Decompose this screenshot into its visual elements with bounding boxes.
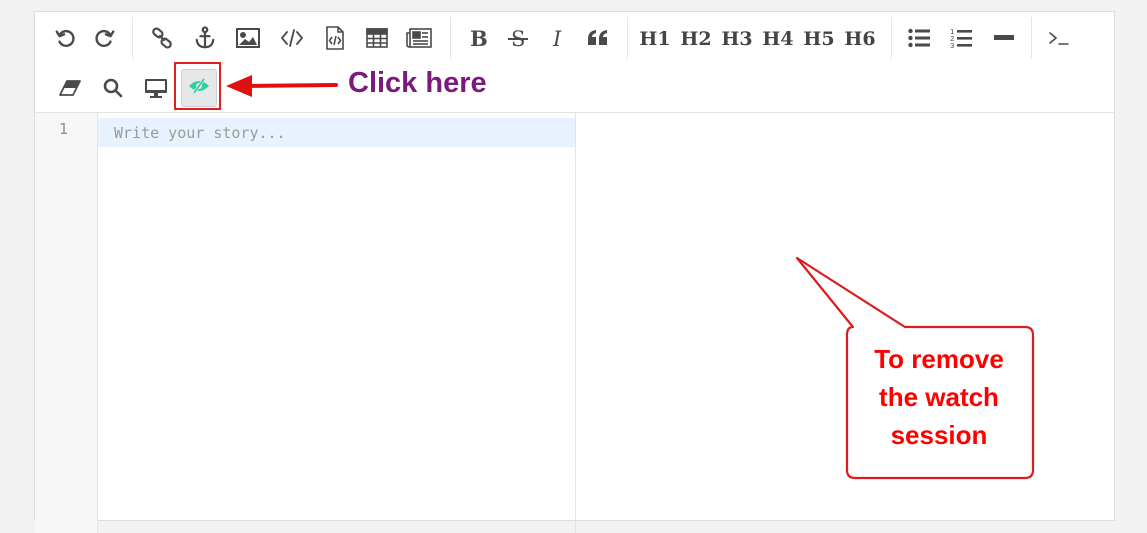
callout-line: session — [890, 420, 988, 450]
arrow-to-button — [226, 75, 338, 97]
callout-text: To remove the watch session — [848, 340, 1030, 454]
click-here-label: Click here — [348, 67, 487, 99]
callout-line: the watch — [879, 382, 999, 412]
callout-line: To remove — [874, 344, 1004, 374]
